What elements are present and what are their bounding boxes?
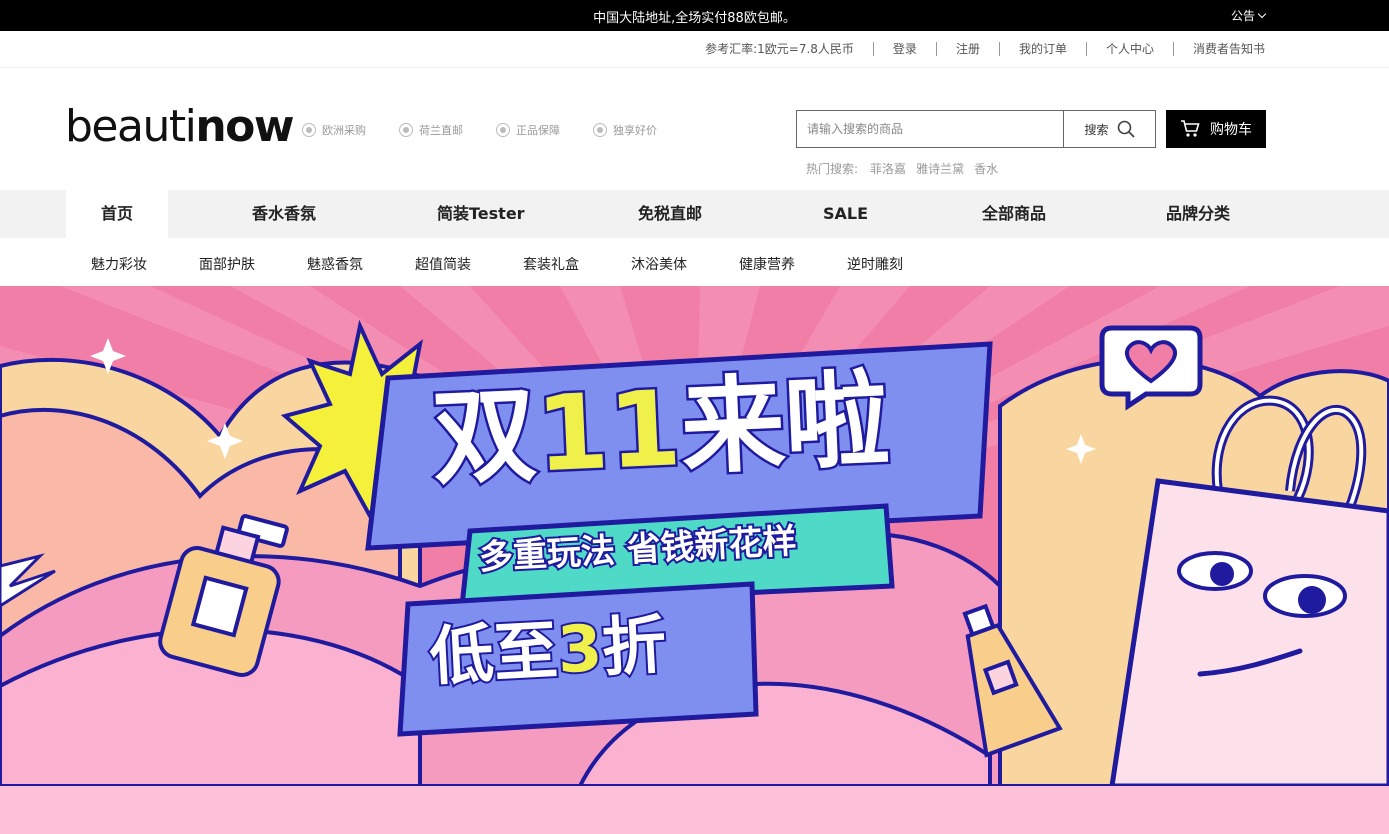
logo-text-beauti: beauti xyxy=(65,101,197,152)
site-header: beautinow 欧洲采购 荷兰直邮 正品保障 独享好价 搜索 购物车 热门搜… xyxy=(0,68,1389,190)
subnav-bath-body[interactable]: 沐浴美体 xyxy=(631,254,687,274)
subnav-value-tester[interactable]: 超值简装 xyxy=(415,254,471,274)
consumer-notice-link[interactable]: 消费者告知书 xyxy=(1172,42,1265,56)
notice-dropdown[interactable]: 公告 xyxy=(1230,7,1267,24)
banner-discount: 低至3折 xyxy=(426,607,670,697)
subnav-fragrance[interactable]: 魅惑香氛 xyxy=(307,254,363,274)
nav-duty-free[interactable]: 免税直邮 xyxy=(638,190,702,238)
hot-search: 热门搜索: 菲洛嘉 雅诗兰黛 香水 xyxy=(806,160,1008,177)
logo-text-now: now xyxy=(195,101,294,152)
register-link[interactable]: 注册 xyxy=(935,42,999,56)
heart-bubble-icon xyxy=(1099,325,1203,411)
feature-best-price: 独享好价 xyxy=(593,122,657,138)
search-button-label: 搜索 xyxy=(1084,122,1109,137)
search-icon xyxy=(1117,120,1135,138)
nav-brands[interactable]: 品牌分类 xyxy=(1166,190,1230,238)
banner-discount-number: 3 xyxy=(554,610,606,690)
banner-bottom-strip xyxy=(0,786,1389,834)
main-nav: 首页 香水香氛 简装Tester 免税直邮 SALE 全部商品 品牌分类 xyxy=(0,190,1389,238)
nav-tester[interactable]: 简装Tester xyxy=(437,190,525,238)
exchange-rate-text: 参考汇率:1欧元=7.8人民币 xyxy=(705,42,854,56)
site-logo[interactable]: beautinow xyxy=(65,101,295,152)
login-link[interactable]: 登录 xyxy=(872,42,936,56)
announcement-bar: 中国大陆地址,全场实付88欧包邮。 公告 xyxy=(0,0,1389,31)
sub-nav: 魅力彩妆 面部护肤 魅惑香氛 超值简装 套装礼盒 沐浴美体 健康营养 逆时雕刻 xyxy=(0,238,1389,286)
notice-label: 公告 xyxy=(1230,9,1255,23)
chevron-down-icon xyxy=(1257,9,1267,19)
subnav-gift-sets[interactable]: 套装礼盒 xyxy=(523,254,579,274)
hot-search-label: 热门搜索: xyxy=(806,162,859,176)
utility-links: 参考汇率:1欧元=7.8人民币 登录 注册 我的订单 个人中心 消费者告知书 xyxy=(705,42,1265,56)
feature-label: 欧洲采购 xyxy=(322,124,366,137)
feature-europe-purchase: 欧洲采购 xyxy=(302,122,366,138)
feature-label: 正品保障 xyxy=(516,124,560,137)
nav-all-products[interactable]: 全部商品 xyxy=(982,190,1046,238)
feature-label: 独享好价 xyxy=(613,124,657,137)
feature-label: 荷兰直邮 xyxy=(419,124,463,137)
hot-search-term[interactable]: 雅诗兰黛 xyxy=(916,160,964,177)
subnav-anti-aging[interactable]: 逆时雕刻 xyxy=(847,254,903,274)
promo-banner[interactable]: 双11来啦 多重玩法 省钱新花样 低至3折 xyxy=(0,286,1389,786)
feature-badges: 欧洲采购 荷兰直邮 正品保障 独享好价 xyxy=(302,122,690,138)
globe-icon xyxy=(302,123,316,137)
banner-discount-part: 低至 xyxy=(426,612,562,697)
nav-sale[interactable]: SALE xyxy=(823,190,868,238)
nav-perfume[interactable]: 香水香氛 xyxy=(252,190,316,238)
subnav-skincare[interactable]: 面部护肤 xyxy=(199,254,255,274)
search-button[interactable]: 搜索 xyxy=(1063,111,1155,147)
hot-search-term[interactable]: 香水 xyxy=(974,160,998,177)
cart-icon xyxy=(1181,120,1200,137)
feature-direct-mail: 荷兰直邮 xyxy=(399,122,463,138)
banner-headline-part: 双 xyxy=(427,371,541,502)
personal-center-link[interactable]: 个人中心 xyxy=(1085,42,1173,56)
subnav-makeup[interactable]: 魅力彩妆 xyxy=(91,254,147,274)
banner-discount-part: 折 xyxy=(598,607,670,688)
announcement-text: 中国大陆地址,全场实付88欧包邮。 xyxy=(593,11,796,26)
banner-headline-number: 11 xyxy=(531,365,686,498)
banner-headline-part: 来啦 xyxy=(676,356,894,492)
nav-home[interactable]: 首页 xyxy=(66,190,168,238)
banner-headline: 双11来啦 xyxy=(427,356,894,503)
subnav-health[interactable]: 健康营养 xyxy=(739,254,795,274)
my-orders-link[interactable]: 我的订单 xyxy=(998,42,1086,56)
utility-bar: 参考汇率:1欧元=7.8人民币 登录 注册 我的订单 个人中心 消费者告知书 xyxy=(0,31,1389,68)
feature-authentic: 正品保障 xyxy=(496,122,560,138)
hot-search-term[interactable]: 菲洛嘉 xyxy=(870,160,906,177)
search-input[interactable] xyxy=(797,111,1063,147)
search-bar: 搜索 xyxy=(796,110,1156,148)
plane-icon xyxy=(399,123,413,137)
tag-icon xyxy=(593,123,607,137)
cart-button[interactable]: 购物车 xyxy=(1166,110,1266,148)
shield-icon xyxy=(496,123,510,137)
cart-label: 购物车 xyxy=(1210,122,1252,138)
